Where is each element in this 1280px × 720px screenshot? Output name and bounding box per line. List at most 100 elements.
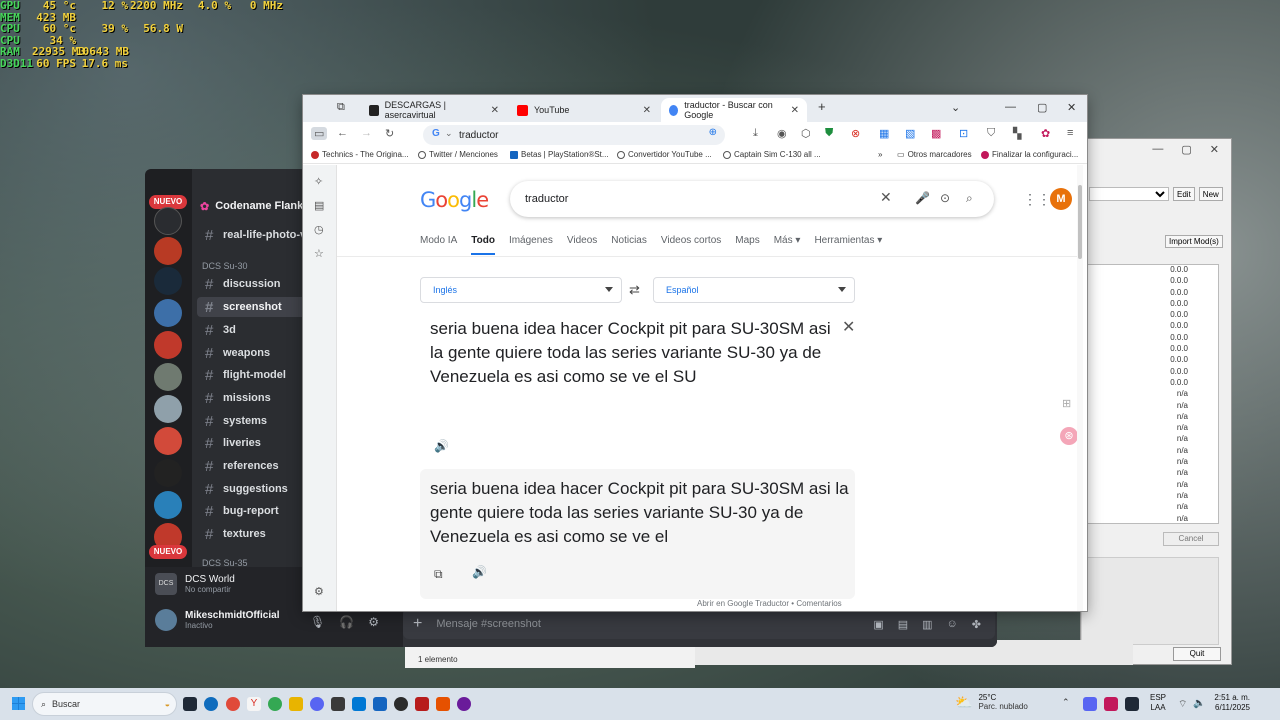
mod-version-row[interactable]: n/a: [1088, 468, 1218, 479]
target-language-select[interactable]: Español: [653, 277, 855, 303]
gift-icon[interactable]: ▣: [873, 618, 883, 631]
minimize-icon[interactable]: —: [1005, 101, 1016, 113]
maximize-icon[interactable]: ▢: [1181, 143, 1191, 157]
taskbar-search[interactable]: ⌕ Buscar ◒: [32, 692, 177, 716]
server-icon[interactable]: [154, 299, 182, 327]
copy-icon[interactable]: ⧉: [434, 567, 443, 582]
extension-translate-icon[interactable]: ▦: [879, 127, 889, 140]
chrome-icon[interactable]: [226, 697, 240, 711]
mod-version-row[interactable]: n/a: [1088, 446, 1218, 457]
mod-version-row[interactable]: 0.0.0: [1088, 333, 1218, 344]
sticker-icon[interactable]: ▥: [922, 618, 932, 631]
swap-languages-icon[interactable]: ⇄: [629, 282, 640, 298]
extension-shield-icon[interactable]: ⛊: [825, 127, 833, 140]
store-icon[interactable]: [331, 697, 345, 711]
mod-version-row[interactable]: n/a: [1088, 514, 1218, 525]
address-bar[interactable]: G ⌄ traductor ⊕: [423, 125, 725, 145]
bookmark-item[interactable]: Technics - The Origina...: [311, 150, 409, 159]
gif-icon[interactable]: ▤: [898, 618, 908, 631]
microphone-icon[interactable]: 🎙: [310, 615, 325, 629]
apps-grid-icon[interactable]: ⋮⋮: [1023, 191, 1051, 208]
mod-version-row[interactable]: n/a: [1088, 502, 1218, 513]
edit-button[interactable]: Edit: [1173, 187, 1195, 201]
source-language-select[interactable]: Inglés: [420, 277, 622, 303]
mod-version-list[interactable]: 0.0.0 0.0.0 0.0.0 0.0.0 0.0.0 0.0.0 0.0.0 0.0.0…: [1087, 264, 1219, 524]
more-bookmarks-icon[interactable]: »: [878, 150, 882, 159]
app-icon[interactable]: [415, 697, 429, 711]
extension-guard-icon[interactable]: ⛉: [987, 127, 995, 140]
windows-start-icon[interactable]: [12, 697, 25, 710]
network-icon[interactable]: ⌔: [1178, 698, 1192, 712]
chevron-down-icon[interactable]: ⌄: [445, 128, 453, 139]
extension-lang-icon[interactable]: ▧: [905, 127, 915, 140]
media-icon[interactable]: ◉: [777, 127, 787, 140]
app-icon[interactable]: [373, 697, 387, 711]
close-icon[interactable]: ✕: [1210, 143, 1219, 157]
google-logo[interactable]: Google: [420, 188, 489, 212]
minimize-icon[interactable]: —: [1152, 143, 1163, 157]
close-tab-icon[interactable]: ✕: [643, 105, 651, 116]
other-bookmarks[interactable]: ▭ Otros marcadores: [897, 150, 972, 159]
user-info[interactable]: MikeschmidtOfficial Inactivo: [155, 609, 279, 631]
close-tab-icon[interactable]: ✕: [791, 105, 799, 116]
category-su30[interactable]: DCS Su-30: [202, 261, 248, 271]
new-button[interactable]: New: [1198, 187, 1223, 201]
bookmark-item[interactable]: Captain Sim C-130 all ...: [723, 150, 821, 159]
obs-icon[interactable]: [394, 697, 408, 711]
tab-imagenes[interactable]: Imágenes: [509, 235, 553, 255]
mod-version-row[interactable]: 0.0.0: [1088, 321, 1218, 332]
scrollbar-thumb[interactable]: [1078, 185, 1082, 259]
back-icon[interactable]: ←: [337, 127, 348, 139]
extension-pink-icon[interactable]: ▩: [931, 127, 941, 140]
server-icon[interactable]: [154, 267, 182, 295]
headphones-icon[interactable]: 🎧: [339, 615, 354, 629]
tab-descargas[interactable]: DESCARGAS | asercavirtual ✕: [361, 98, 507, 122]
tab-herramientas[interactable]: Herramientas ▾: [814, 235, 882, 255]
history-icon[interactable]: ◷: [314, 223, 324, 236]
emoji-icon[interactable]: ☺: [947, 618, 958, 631]
mod-version-row[interactable]: 0.0.0: [1088, 299, 1218, 310]
server-icon[interactable]: [154, 395, 182, 423]
reload-icon[interactable]: ↻: [385, 127, 394, 140]
cancel-button[interactable]: Cancel: [1163, 532, 1219, 546]
server-icon[interactable]: [154, 237, 182, 265]
close-icon[interactable]: ✕: [1067, 101, 1076, 114]
server-icon[interactable]: [154, 459, 182, 487]
bookmark-item[interactable]: Convertidor YouTube ...: [617, 150, 712, 159]
bookmark-item[interactable]: Twitter / Menciones: [418, 150, 498, 159]
reading-list-icon[interactable]: ▤: [314, 199, 324, 212]
clock[interactable]: 2:51 a. m. 6/11/2025: [1210, 693, 1250, 713]
task-view-icon[interactable]: [183, 697, 197, 711]
message-input[interactable]: + Mensaje #screenshot ▣ ▤ ▥ ☺ ✤: [403, 609, 995, 639]
speaker-icon[interactable]: 🔊: [472, 565, 487, 579]
sidebar-toggle-icon[interactable]: ▭: [311, 127, 328, 140]
menu-icon[interactable]: ≡: [1067, 127, 1073, 139]
weather-widget[interactable]: ⛅ 25°C Parc. nublado: [955, 693, 1028, 711]
mod-version-row[interactable]: 0.0.0: [1088, 367, 1218, 378]
yandex-icon[interactable]: Y: [247, 697, 261, 711]
quit-button[interactable]: Quit: [1173, 647, 1221, 661]
close-tab-icon[interactable]: ✕: [491, 105, 499, 116]
clear-source-icon[interactable]: ✕: [842, 317, 855, 337]
app-icon[interactable]: [436, 697, 450, 711]
mod-version-row[interactable]: n/a: [1088, 480, 1218, 491]
outlook-icon[interactable]: [352, 697, 366, 711]
gear-icon[interactable]: ⚙: [314, 585, 324, 598]
avatar[interactable]: M: [1050, 188, 1072, 210]
lens-icon[interactable]: ⊙: [940, 191, 950, 205]
mod-version-row[interactable]: n/a: [1088, 423, 1218, 434]
download-icon[interactable]: ⤓: [753, 127, 758, 140]
mod-version-row[interactable]: n/a: [1088, 401, 1218, 412]
chevron-down-icon[interactable]: ⌄: [951, 101, 960, 114]
speaker-icon[interactable]: 🔊: [434, 439, 449, 453]
mod-version-row[interactable]: n/a: [1088, 412, 1218, 423]
gear-icon[interactable]: ⚙: [368, 615, 379, 629]
app-icon[interactable]: [457, 697, 471, 711]
tab-search-icon[interactable]: ⧉: [337, 101, 345, 114]
mod-version-row[interactable]: 0.0.0: [1088, 355, 1218, 366]
apps-icon[interactable]: ✤: [972, 618, 981, 631]
file-explorer-icon[interactable]: [289, 697, 303, 711]
tab-youtube[interactable]: YouTube ✕: [509, 98, 659, 122]
translate-extension-icon[interactable]: ⊛: [1060, 427, 1078, 445]
extension-grid-icon[interactable]: ▚: [1013, 127, 1021, 140]
